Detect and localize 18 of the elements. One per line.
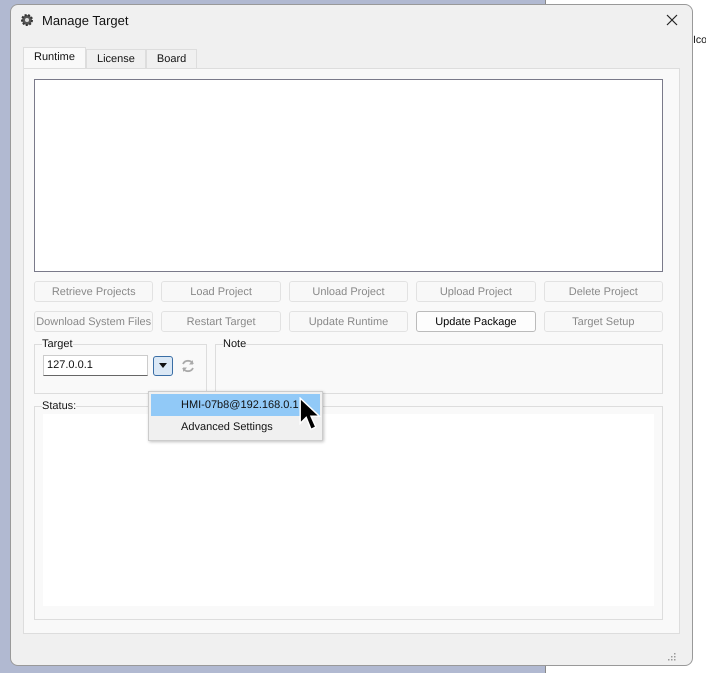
mouse-pointer-icon xyxy=(299,397,323,433)
action-button[interactable]: Update Package xyxy=(416,311,536,332)
refresh-icon[interactable] xyxy=(180,358,196,374)
group-label: Status: xyxy=(42,400,76,412)
tab[interactable]: Board xyxy=(146,49,198,68)
group-label: Note xyxy=(223,338,246,350)
dropdown-option[interactable]: Advanced Settings xyxy=(151,416,320,438)
dropdown-option[interactable]: HMI-07b8@192.168.0.1 xyxy=(151,394,320,416)
gear-icon xyxy=(19,12,35,28)
target-field[interactable]: 127.0.0.1 xyxy=(43,355,148,376)
dropdown-button[interactable] xyxy=(153,356,173,376)
caret-icon xyxy=(159,363,167,368)
tab[interactable]: Runtime xyxy=(23,47,86,68)
tab[interactable]: License xyxy=(86,49,146,68)
window-title: Manage Target xyxy=(42,12,130,28)
resize-grip-icon[interactable] xyxy=(668,653,676,661)
close-icon[interactable] xyxy=(666,14,678,26)
group-label: Target xyxy=(42,338,73,350)
